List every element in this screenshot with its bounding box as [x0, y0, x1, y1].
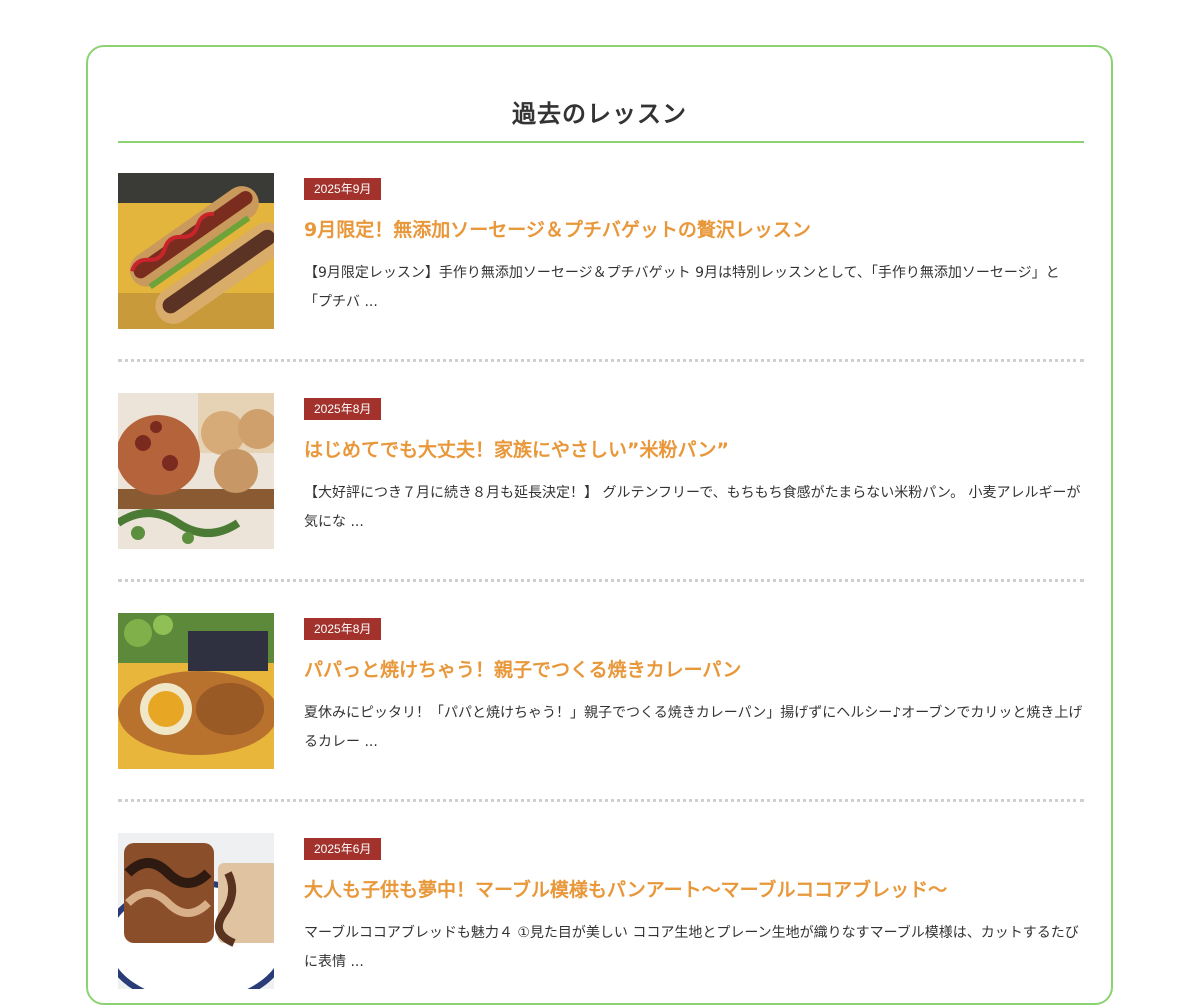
date-badge: 2025年9月	[304, 178, 382, 200]
lesson-thumbnail[interactable]	[118, 613, 274, 769]
date-badge: 2025年6月	[304, 838, 382, 860]
lesson-item[interactable]: 2025年9月 9月限定！無添加ソーセージ＆プチバゲットの贅沢レッスン 【9月限…	[118, 173, 1084, 329]
dotted-divider	[118, 799, 1084, 802]
lesson-title-link[interactable]: はじめてでも大丈夫！家族にやさしい”米粉パン”	[304, 435, 1084, 462]
lesson-thumbnail[interactable]	[118, 173, 274, 329]
lesson-title-link[interactable]: 大人も子供も夢中！マーブル模様もパンアート〜マーブルココアブレッド〜	[304, 875, 1084, 902]
lesson-excerpt: 【9月限定レッスン】手作り無添加ソーセージ＆プチバゲット 9月は特別レッスンとし…	[304, 265, 1060, 310]
date-badge: 2025年8月	[304, 398, 382, 420]
lesson-item[interactable]: 2025年8月 はじめてでも大丈夫！家族にやさしい”米粉パン” 【大好評につき７…	[118, 393, 1084, 549]
lesson-title-link[interactable]: 9月限定！無添加ソーセージ＆プチバゲットの贅沢レッスン	[304, 215, 1084, 242]
section-title: 過去のレッスン	[512, 100, 687, 128]
lesson-title-link[interactable]: パパっと焼けちゃう！親子でつくる焼きカレーパン	[304, 655, 1084, 682]
date-badge: 2025年8月	[304, 618, 382, 640]
dotted-divider	[118, 359, 1084, 362]
lesson-thumbnail[interactable]	[118, 833, 274, 989]
lesson-excerpt: 夏休みにピッタリ！「パパと焼けちゃう！」親子でつくる焼きカレーパン」揚げずにヘル…	[304, 705, 1083, 750]
lesson-item[interactable]: 2025年8月 パパっと焼けちゃう！親子でつくる焼きカレーパン 夏休みにピッタリ…	[118, 613, 1084, 769]
past-lessons-panel: 過去のレッスン 2025年9月 9月限定！無添加ソーセージ＆プチバゲットの贅沢レ…	[86, 45, 1113, 1005]
dotted-divider	[118, 579, 1084, 582]
lesson-item[interactable]: 2025年6月 大人も子供も夢中！マーブル模様もパンアート〜マーブルココアブレッ…	[118, 833, 1084, 989]
title-underline	[118, 141, 1084, 143]
lesson-thumbnail[interactable]	[118, 393, 274, 549]
lesson-excerpt: 【大好評につき７月に続き８月も延長決定！】 グルテンフリーで、もちもち食感がたま…	[304, 485, 1081, 530]
lesson-excerpt: マーブルココアブレッドも魅力４ ①見た目が美しい ココア生地とプレーン生地が織り…	[304, 925, 1079, 970]
